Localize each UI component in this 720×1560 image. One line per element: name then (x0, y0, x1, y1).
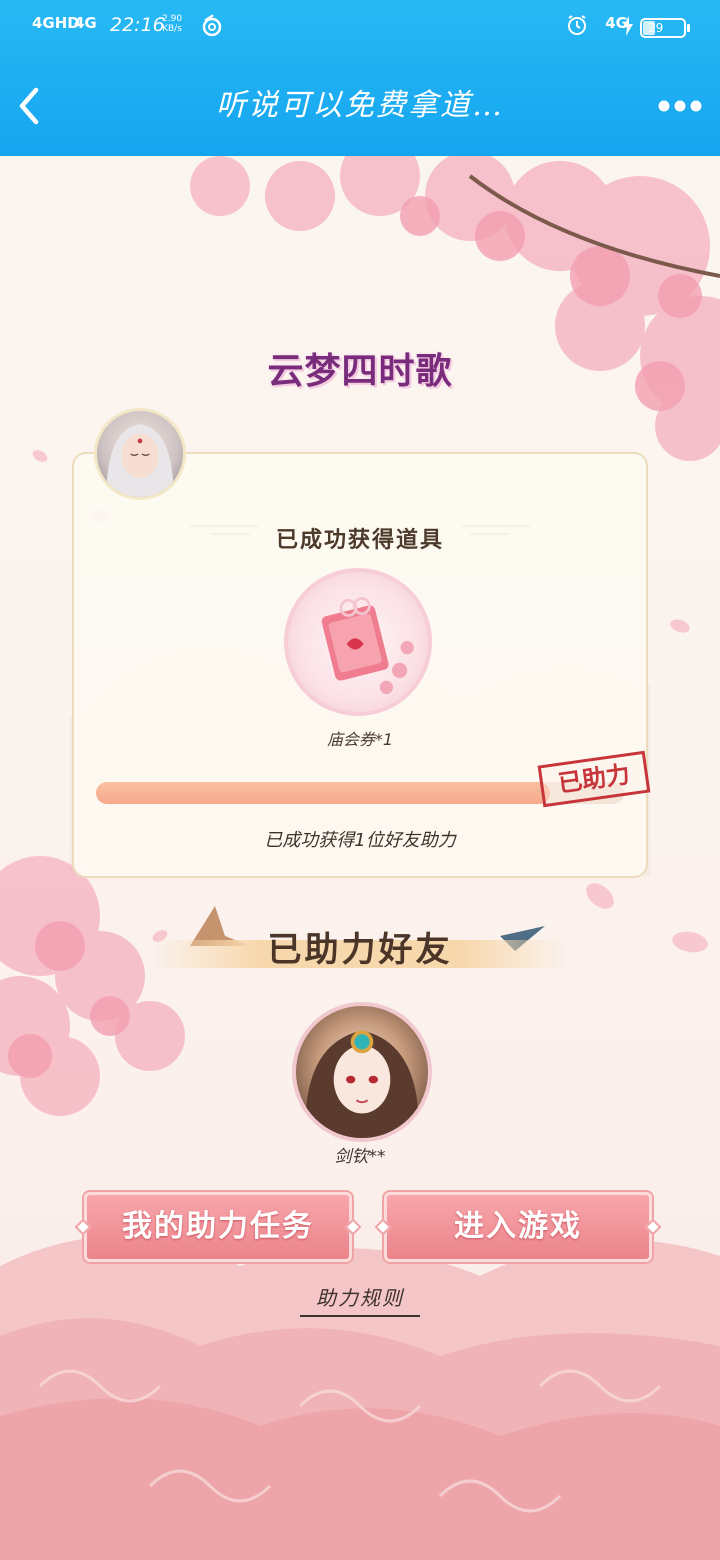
signal-indicator-1: 4GHD (32, 14, 80, 32)
assist-rules-link[interactable]: 助力规则 (300, 1282, 420, 1317)
player-avatar (94, 408, 186, 500)
page-title: 听说可以免费拿道… (216, 88, 504, 123)
status-bar: 4GHD 4G 22:16 2.90 KB/s 4G 29 (0, 0, 720, 56)
signal-indicator-2: 4G (74, 14, 97, 32)
back-arrow-icon[interactable] (10, 82, 50, 130)
friend-name: 剑钦** (334, 1147, 386, 1167)
friend-portrait-icon (305, 1030, 419, 1138)
reward-item-frame (284, 568, 432, 716)
network-speed-value: 2.90 (162, 14, 183, 24)
enter-game-label: 进入游戏 (454, 1209, 582, 1244)
reward-item-label: 庙会券*1 (326, 730, 394, 749)
network-speed-unit: KB/s (162, 24, 182, 34)
ticket-icon (321, 597, 414, 695)
event-page: 云梦四时歌 已成功获得道具 庙会券*1 已助力 已成功获得1位好友助力 已助力好… (0, 156, 720, 1560)
charging-icon (623, 16, 633, 36)
assist-progress-fill (96, 782, 551, 804)
assist-progress-text: 已成功获得1位好友助力 (264, 830, 456, 851)
more-options-icon[interactable] (656, 88, 704, 124)
clock: 22:16 (110, 14, 165, 36)
battery-level: 29 (648, 21, 664, 35)
battery-indicator: 29 (640, 18, 690, 38)
network-speed: 2.90 KB/s (162, 14, 182, 34)
enter-game-button[interactable]: 进入游戏 (374, 1192, 662, 1262)
nav-bar: 听说可以免费拿道… (0, 56, 720, 156)
top-bar: 4GHD 4G 22:16 2.90 KB/s 4G 29 听说可以免费拿道… (0, 0, 720, 156)
friend-avatar (292, 1002, 432, 1142)
my-assist-tasks-button[interactable]: 我的助力任务 (74, 1192, 362, 1262)
alarm-icon (568, 15, 586, 35)
swirl-icon (202, 14, 222, 37)
game-logo: 云梦四时歌 (267, 350, 453, 392)
friends-section-title: 已助力好友 (267, 930, 453, 970)
my-assist-tasks-label: 我的助力任务 (122, 1209, 314, 1244)
reward-title: 已成功获得道具 (275, 527, 444, 553)
character-portrait-icon (106, 424, 174, 497)
